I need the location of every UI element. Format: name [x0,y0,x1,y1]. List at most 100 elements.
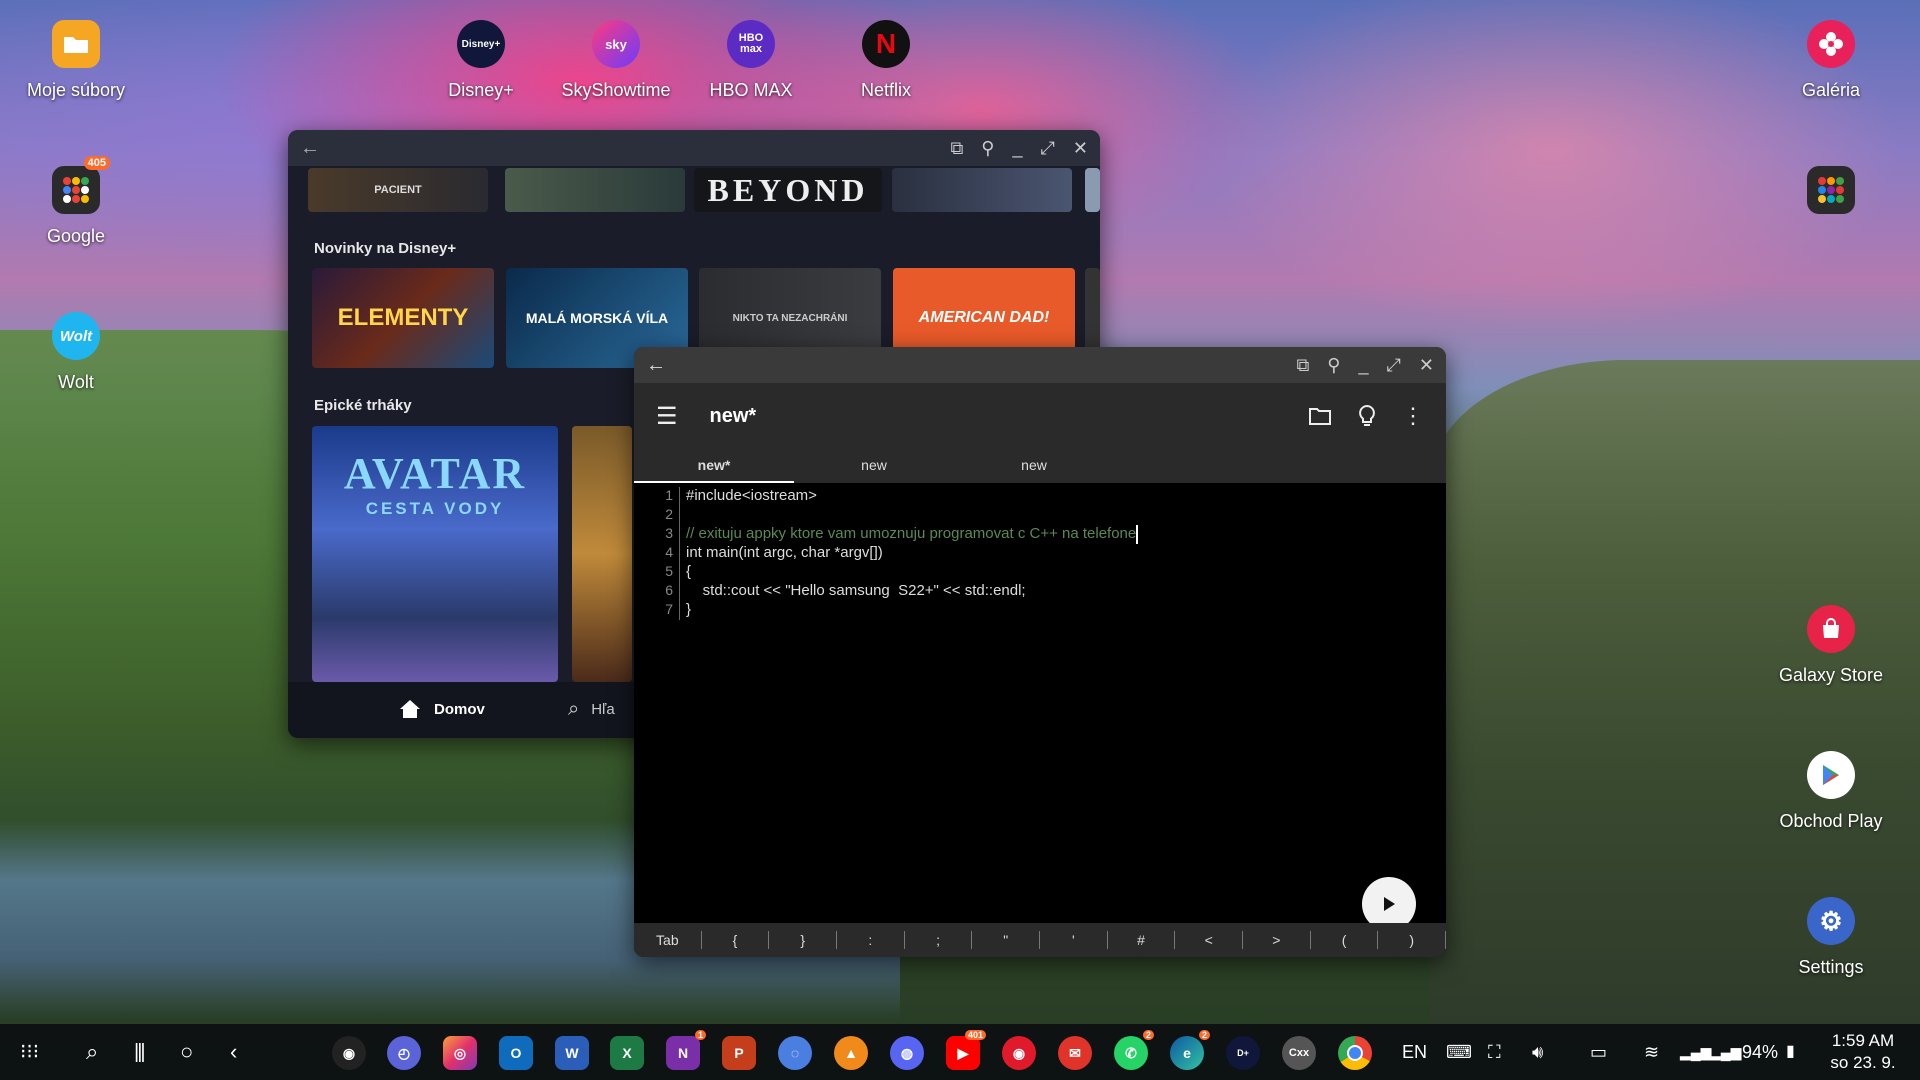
desktop-icon-wolt[interactable]: Wolt Wolt [0,312,156,393]
symbol-key[interactable]: { [702,931,770,949]
apps-grid-icon[interactable]: ⁝⁝⁝ [20,1024,39,1080]
desktop-icon-google-folder[interactable]: 405 Google [0,156,156,247]
desktop-icon-my-files[interactable]: Moje súbory [0,20,156,101]
instagram-icon[interactable]: ◎ [443,1036,477,1070]
taskbar: ⁝⁝⁝ ⌕ ||| ○ ‹ ◉ ◴ ◎ O W X N1 P ◌ ▲ ◍ ▶ 40… [0,1024,1920,1080]
poster-subtitle: CESTA VODY [365,499,505,518]
symbol-key[interactable]: # [1108,931,1176,949]
notification-badge: 401 [964,1030,986,1040]
netflix-icon: N [862,20,910,68]
edge-icon[interactable]: e2 [1170,1030,1210,1070]
search-icon[interactable]: ⌕ [86,1024,98,1080]
vlc-icon[interactable]: ▲ [834,1036,868,1070]
minimize-icon[interactable]: _ [1012,139,1022,157]
window-titlebar[interactable]: ← ⧉ ⚲ _ ⤢ ✕ [288,130,1100,166]
symbol-key[interactable]: Tab [634,931,702,949]
whatsapp-icon[interactable]: ✆ 2 [1114,1030,1154,1070]
lightbulb-icon[interactable] [1358,404,1376,428]
desktop-icon-settings[interactable]: ⚙ Settings [1751,897,1911,978]
popup-view-icon[interactable]: ⧉ [950,139,963,157]
menu-icon[interactable]: ☰ [656,402,678,431]
outlook-icon[interactable]: O [499,1036,533,1070]
hbo-max-icon: HBO max [727,20,775,68]
desktop-icon-galaxy-store[interactable]: Galaxy Store [1751,605,1911,686]
title-tile[interactable] [892,168,1072,212]
discord-icon[interactable]: ◍ [890,1036,924,1070]
symbol-key[interactable]: < [1175,931,1244,949]
title-tile[interactable] [572,426,632,682]
line-text: #include<iostream> [686,487,817,504]
desktop-icon-apps-folder[interactable] [1751,166,1911,214]
maximize-icon[interactable]: ⤢ [1387,356,1401,374]
file-tab[interactable]: new [794,449,954,483]
powerpoint-icon[interactable]: P [722,1036,756,1070]
screen-capture-icon[interactable]: ⛶ [1488,1024,1501,1080]
symbol-key[interactable]: " [972,931,1041,949]
language-indicator[interactable]: EN [1402,1024,1427,1080]
code-line: 5 { [634,563,1446,582]
title-tile[interactable]: PACIENT [308,168,488,212]
close-icon[interactable]: ✕ [1419,356,1434,374]
nav-home[interactable]: Domov [398,698,485,720]
back-icon[interactable]: ‹ [230,1024,237,1080]
mail-icon[interactable]: ✉ [1058,1036,1092,1070]
popup-view-icon[interactable]: ⧉ [1296,356,1309,374]
disney-plus-icon[interactable]: D+ [1226,1036,1260,1070]
desktop-icon-label: Settings [1798,957,1864,977]
title-tile[interactable] [1085,168,1100,212]
symbol-key[interactable]: ' [1040,931,1108,949]
desktop-icon-label: Moje súbory [26,80,126,100]
cxx-droid-icon[interactable]: Cxx [1282,1036,1316,1070]
code-line: 1 #include<iostream> [634,487,1446,506]
line-text: { [686,563,692,580]
file-tab[interactable]: new* [634,449,794,483]
symbol-key[interactable]: : [837,931,905,949]
symbol-key[interactable]: ; [905,931,973,949]
minimize-icon[interactable]: _ [1358,356,1368,374]
youtube-music-icon[interactable]: ◉ [1002,1036,1036,1070]
desktop-icon-gallery[interactable]: Galéria [1751,20,1911,101]
clock-icon[interactable]: ◴ [387,1036,421,1070]
symbol-key[interactable]: } [769,931,838,949]
desktop-icon-netflix[interactable]: N Netflix [806,20,966,101]
desktop-icon-label: HBO MAX [709,80,793,100]
pin-icon[interactable]: ⚲ [981,139,994,157]
more-options-icon[interactable]: ⋮ [1402,403,1424,429]
notifications-icon[interactable]: ▭ [1590,1024,1607,1080]
folder-icon[interactable] [1308,406,1332,426]
title-tile[interactable]: ELEMENTY [312,268,494,368]
word-icon[interactable]: W [555,1036,589,1070]
folder-icon [52,20,100,68]
excel-icon[interactable]: X [610,1036,644,1070]
clock[interactable]: 1:59 AM so 23. 9. [1818,1030,1908,1074]
back-arrow-icon[interactable]: ← [646,354,666,377]
pin-icon[interactable]: ⚲ [1327,356,1340,374]
code-area[interactable]: 1 #include<iostream> 2 3 // exituju appk… [634,483,1446,620]
chrome-icon[interactable] [1338,1036,1372,1070]
nav-search[interactable]: ⌕ Hľa [568,698,615,721]
desktop-icon-play-store[interactable]: Obchod Play [1751,751,1911,832]
cxx-editor-window[interactable]: ← ⧉ ⚲ _ ⤢ ✕ ☰ new* ⋮ new* new new 1 #inc… [634,347,1446,957]
maximize-icon[interactable]: ⤢ [1041,139,1055,157]
title-tile[interactable] [505,168,685,212]
signal-icon[interactable]: ◌ [778,1036,812,1070]
back-arrow-icon[interactable]: ← [300,137,320,160]
symbol-key[interactable]: > [1243,931,1311,949]
window-titlebar[interactable]: ← ⧉ ⚲ _ ⤢ ✕ [634,347,1446,383]
symbol-key[interactable]: ( [1311,931,1379,949]
youtube-icon[interactable]: ▶ 401 [946,1030,986,1070]
play-icon [1384,897,1395,911]
github-icon[interactable]: ◉ [332,1036,366,1070]
onenote-icon[interactable]: N1 [666,1030,706,1070]
title-tile[interactable]: BEYOND [694,168,882,212]
symbol-key[interactable]: ) [1378,931,1446,949]
line-text [680,506,686,525]
avatar-poster-tile[interactable]: AVATAR CESTA VODY [312,426,558,682]
recent-apps-icon[interactable]: ||| [134,1024,146,1080]
keyboard-icon[interactable]: ⌨ [1446,1024,1472,1080]
disney-plus-icon: Disney+ [457,20,505,68]
file-tab[interactable]: new [954,449,1114,483]
home-icon[interactable]: ○ [180,1024,193,1080]
volume-icon[interactable]: 🔊︎ [1532,1024,1543,1080]
close-icon[interactable]: ✕ [1073,139,1088,157]
